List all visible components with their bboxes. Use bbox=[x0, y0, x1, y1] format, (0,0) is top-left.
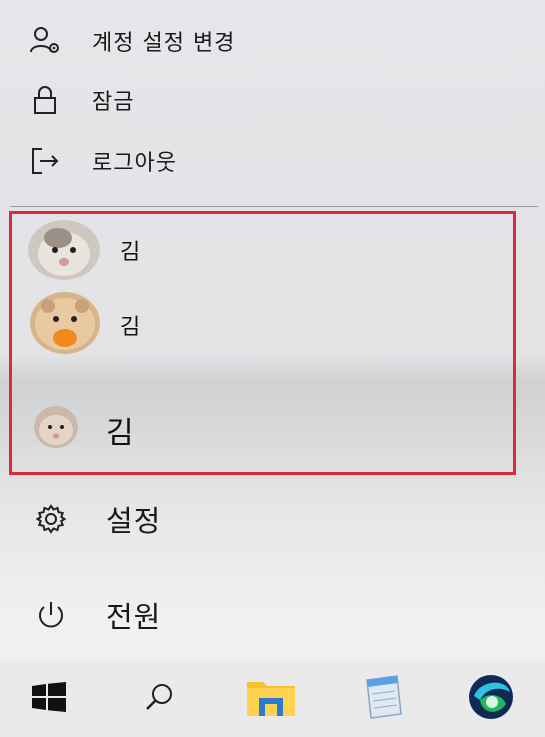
gear-icon bbox=[34, 502, 68, 536]
avatar bbox=[30, 292, 100, 354]
power-icon bbox=[34, 598, 68, 632]
divider bbox=[10, 206, 538, 207]
account-settings-label: 계정 설정 변경 bbox=[92, 31, 236, 56]
browser-button[interactable] bbox=[456, 669, 526, 729]
account-settings-item[interactable]: 계정 설정 변경 bbox=[0, 16, 545, 66]
account-item-1[interactable]: 김 bbox=[0, 220, 520, 280]
redacted-name bbox=[145, 414, 191, 442]
notepad-icon bbox=[357, 674, 405, 724]
avatar bbox=[28, 220, 100, 280]
account-item-2[interactable]: 김 bbox=[0, 292, 520, 354]
windows-logo-icon bbox=[32, 682, 66, 716]
account-item-3[interactable]: 김 bbox=[0, 404, 520, 451]
account-name: 김 bbox=[120, 240, 141, 265]
start-button[interactable] bbox=[14, 669, 84, 729]
search-icon bbox=[142, 680, 176, 718]
sign-out-item[interactable]: 로그아웃 bbox=[0, 136, 545, 186]
lock-item[interactable]: 잠금 bbox=[0, 75, 545, 125]
sign-out-label: 로그아웃 bbox=[92, 151, 177, 176]
lock-icon bbox=[28, 83, 62, 117]
sign-out-icon bbox=[28, 144, 62, 178]
search-button[interactable] bbox=[124, 669, 194, 729]
settings-item[interactable]: 설정 bbox=[0, 494, 545, 544]
account-name: 김 bbox=[120, 315, 141, 340]
folder-icon bbox=[245, 676, 297, 722]
person-gear-icon bbox=[28, 24, 62, 58]
avatar bbox=[34, 406, 78, 448]
redacted-name bbox=[148, 236, 180, 260]
lock-label: 잠금 bbox=[92, 90, 135, 115]
taskbar bbox=[0, 661, 545, 737]
browser-icon bbox=[466, 672, 516, 726]
settings-label: 설정 bbox=[106, 504, 162, 538]
notepad-button[interactable] bbox=[346, 669, 416, 729]
power-label: 전원 bbox=[106, 600, 162, 634]
file-explorer-button[interactable] bbox=[236, 669, 306, 729]
power-item[interactable]: 전원 bbox=[0, 590, 545, 640]
account-name: 김 bbox=[106, 416, 134, 451]
